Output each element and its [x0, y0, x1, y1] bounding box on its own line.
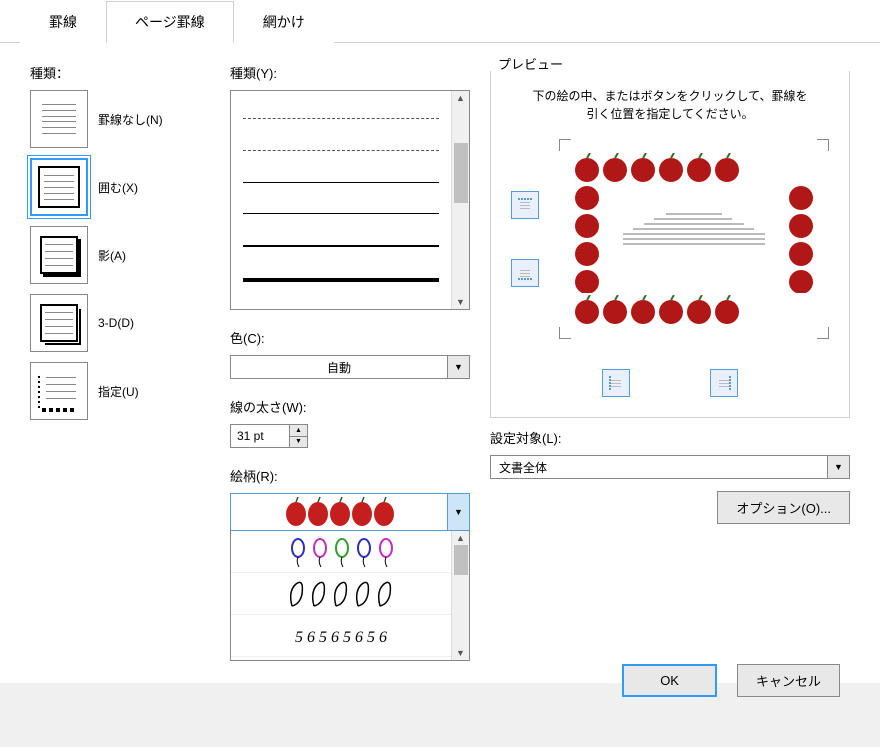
border-right-toggle[interactable] [710, 369, 738, 397]
dialog-content: 種類： 罫線なし(N) 囲む(X) 影(A) 3-D(D) [0, 43, 880, 683]
style-column: 種類(Y): ▲ ▼ 色(C): 自動 [230, 63, 470, 683]
setting-shadow[interactable]: 影(A) [30, 226, 210, 284]
art-option-numbers[interactable]: 5 6 5 6 5 6 5 6 [231, 615, 451, 657]
art-scrollbar[interactable]: ▲ ▼ [451, 531, 469, 660]
setting-box-label: 囲む(X) [98, 179, 138, 196]
tab-bar: 罫線 ページ罫線 網かけ [0, 0, 880, 43]
scroll-down-icon[interactable]: ▼ [456, 648, 465, 658]
preview-document[interactable] [559, 139, 829, 339]
art-label: 絵柄(R): [230, 466, 470, 485]
width-value: 31 pt [231, 425, 289, 447]
art-dropdown[interactable]: 5 6 5 6 5 6 5 6 ▲ ▼ [230, 531, 470, 661]
setting-none[interactable]: 罫線なし(N) [30, 90, 210, 148]
setting-3d-label: 3-D(D) [98, 316, 134, 330]
scroll-up-icon[interactable]: ▲ [456, 93, 465, 103]
style-scrollbar[interactable]: ▲ ▼ [451, 91, 469, 309]
border-top-toggle[interactable] [511, 191, 539, 219]
preview-doc-lines [623, 203, 765, 275]
width-spinner[interactable]: 31 pt ▲ ▼ [230, 424, 308, 448]
setting-3d[interactable]: 3-D(D) [30, 294, 210, 352]
line-style-list[interactable]: ▲ ▼ [230, 90, 470, 310]
setting-label: 種類： [30, 63, 210, 82]
scroll-up-icon[interactable]: ▲ [456, 533, 465, 543]
tab-border[interactable]: 罫線 [20, 1, 106, 43]
tab-shading[interactable]: 網かけ [234, 1, 334, 43]
width-label: 線の太さ(W): [230, 397, 470, 416]
setting-custom[interactable]: 指定(U) [30, 362, 210, 420]
spinner-up-icon[interactable]: ▲ [290, 425, 307, 437]
dialog-button-row: OK キャンセル [622, 664, 840, 697]
apply-to-value: 文書全体 [491, 456, 827, 478]
art-combo[interactable]: ▼ [230, 493, 470, 531]
apply-to-combo[interactable]: 文書全体 ▼ [490, 455, 850, 479]
color-label: 色(C): [230, 328, 470, 347]
chevron-down-icon[interactable]: ▼ [827, 456, 849, 478]
setting-none-label: 罫線なし(N) [98, 111, 163, 128]
setting-shadow-label: 影(A) [98, 247, 126, 264]
preview-box: 下の絵の中、またはボタンをクリックして、罫線を引く位置を指定してください。 [490, 71, 850, 418]
border-bottom-toggle[interactable] [511, 259, 539, 287]
options-button[interactable]: オプション(O)... [717, 491, 850, 524]
page-border-dialog: 罫線 ページ罫線 網かけ 種類： 罫線なし(N) 囲む(X) 影(A) [0, 0, 880, 747]
chevron-down-icon[interactable]: ▼ [447, 494, 469, 530]
border-left-toggle[interactable] [602, 369, 630, 397]
chevron-down-icon[interactable]: ▼ [447, 356, 469, 378]
style-label: 種類(Y): [230, 63, 470, 82]
art-option-swirls[interactable] [231, 573, 451, 615]
scroll-down-icon[interactable]: ▼ [456, 297, 465, 307]
color-value: 自動 [231, 356, 447, 378]
setting-box[interactable]: 囲む(X) [30, 158, 210, 216]
ok-button[interactable]: OK [622, 664, 717, 697]
preview-column: プレビュー 下の絵の中、またはボタンをクリックして、罫線を引く位置を指定してくだ… [490, 63, 850, 683]
color-combo[interactable]: 自動 ▼ [230, 355, 470, 379]
tab-page-border[interactable]: ページ罫線 [106, 1, 234, 43]
apply-to-label: 設定対象(L): [490, 428, 850, 447]
preview-hint: 下の絵の中、またはボタンをクリックして、罫線を引く位置を指定してください。 [491, 71, 849, 139]
setting-custom-label: 指定(U) [98, 383, 139, 400]
cancel-button[interactable]: キャンセル [737, 664, 840, 697]
svg-text:5 6 5 6 5 6 5 6: 5 6 5 6 5 6 5 6 [295, 629, 387, 646]
spinner-down-icon[interactable]: ▼ [290, 437, 307, 448]
setting-column: 種類： 罫線なし(N) 囲む(X) 影(A) 3-D(D) [30, 63, 210, 683]
art-option-balloons[interactable] [231, 531, 451, 573]
art-selected [231, 494, 447, 530]
